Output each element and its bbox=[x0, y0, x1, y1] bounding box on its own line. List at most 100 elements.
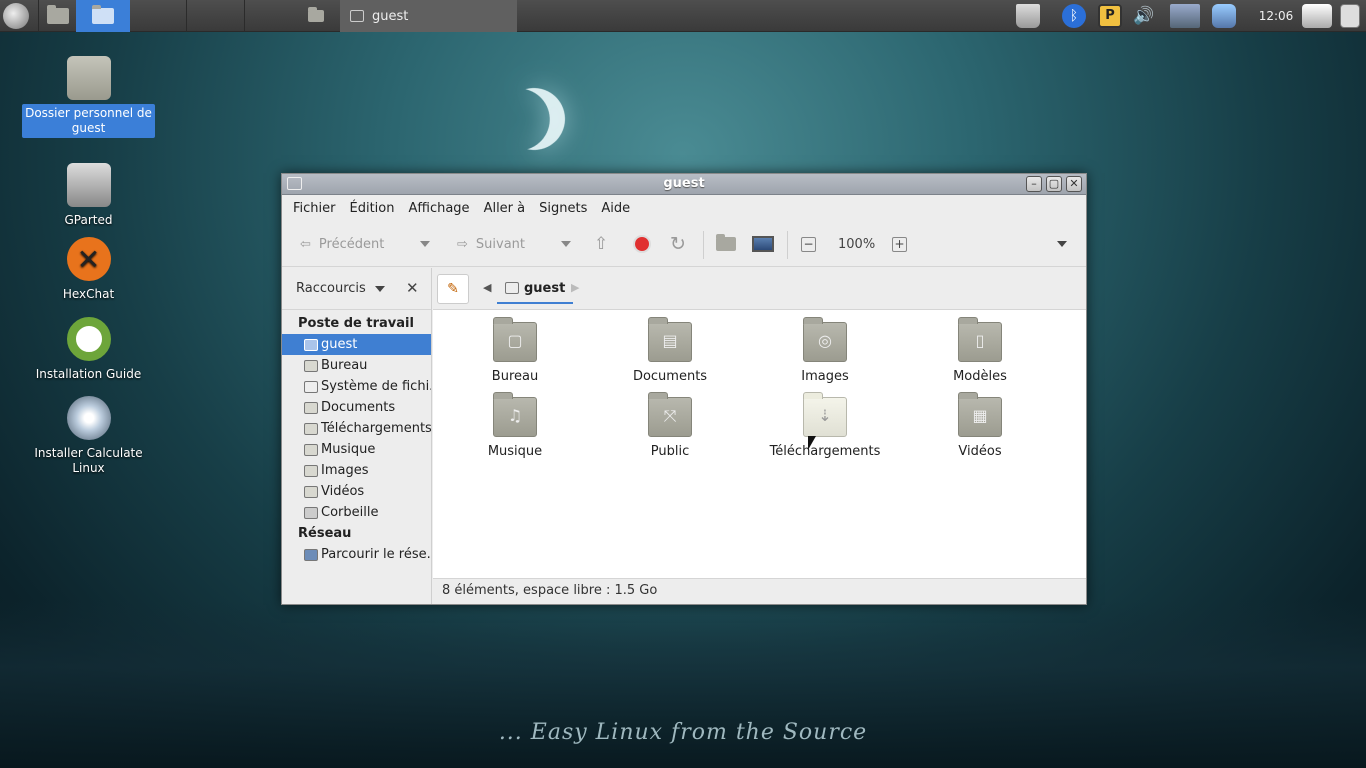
sidebar-header: Raccourcis ✕ bbox=[282, 268, 431, 310]
menu-edition[interactable]: Édition bbox=[343, 201, 402, 216]
file-view[interactable]: ▢ Bureau ▤ Documents ◎ Images ▯ Modèles ♫ Mus… bbox=[433, 310, 1086, 578]
sidebar-item-documents[interactable]: Documents bbox=[282, 397, 431, 418]
menu-signets[interactable]: Signets bbox=[532, 201, 594, 216]
file-item-bureau[interactable]: ▢ Bureau bbox=[445, 317, 585, 384]
desktop-icon-hexchat[interactable]: ✕ HexChat bbox=[22, 237, 155, 304]
sidebar-item-label: Vidéos bbox=[321, 484, 365, 499]
window-titlebar[interactable]: guest – ▢ ✕ bbox=[282, 174, 1086, 195]
menu-affichage[interactable]: Affichage bbox=[401, 201, 476, 216]
desktop-icon-gparted[interactable]: GParted bbox=[22, 163, 155, 230]
wallpaper-slogan: ... Easy Linux from the Source bbox=[498, 720, 868, 745]
path-button-guest[interactable]: guest bbox=[497, 274, 574, 304]
downloads-folder-icon bbox=[304, 422, 318, 435]
computer-button[interactable] bbox=[752, 233, 774, 255]
trash-icon[interactable] bbox=[1016, 4, 1040, 28]
sidebar-item-label: guest bbox=[321, 337, 358, 352]
pictures-folder-icon bbox=[304, 464, 318, 477]
bluetooth-icon[interactable]: ᛒ bbox=[1062, 4, 1086, 28]
chevron-down-icon bbox=[375, 286, 385, 292]
sidebar-item-trash[interactable]: Corbeille bbox=[282, 502, 431, 523]
file-item-public[interactable]: ⤧ Public bbox=[600, 392, 740, 459]
zoom-in-button[interactable]: + bbox=[892, 233, 907, 255]
forward-button[interactable]: ⇨ Suivant bbox=[457, 233, 525, 255]
templates-folder-icon: ▯ bbox=[958, 317, 1002, 362]
volume-icon[interactable]: 🔊 bbox=[1132, 4, 1156, 28]
file-item-videos[interactable]: ▦ Vidéos bbox=[910, 392, 1050, 459]
panel-clock[interactable]: 12:06 bbox=[1256, 0, 1296, 32]
zoom-level: 100% bbox=[838, 236, 876, 252]
zoom-out-icon: − bbox=[801, 236, 816, 252]
file-item-telechargements[interactable]: ⇣ Téléchargements bbox=[755, 392, 895, 459]
close-button[interactable]: ✕ bbox=[1066, 176, 1082, 192]
minimize-button[interactable]: – bbox=[1026, 176, 1042, 192]
reload-button[interactable]: ↻ bbox=[670, 233, 686, 255]
battery-icon[interactable] bbox=[1340, 4, 1360, 28]
menu-aller-a[interactable]: Aller à bbox=[477, 201, 533, 216]
sidebar-mode-dropdown[interactable] bbox=[375, 286, 385, 292]
sidebar-item-label: Téléchargements bbox=[321, 421, 431, 436]
back-label: Précédent bbox=[318, 236, 385, 252]
sidebar-item-bureau[interactable]: Bureau bbox=[282, 355, 431, 376]
forward-label: Suivant bbox=[475, 236, 526, 252]
main-menu-button[interactable] bbox=[0, 0, 32, 32]
stop-button[interactable] bbox=[633, 233, 651, 255]
sidebar-item-videos[interactable]: Vidéos bbox=[282, 481, 431, 502]
taskbar-item-guest[interactable]: guest bbox=[340, 0, 517, 32]
menu-aide[interactable]: Aide bbox=[594, 201, 637, 216]
file-item-modeles[interactable]: ▯ Modèles bbox=[910, 317, 1050, 384]
sidebar-close-button[interactable]: ✕ bbox=[406, 279, 419, 297]
home-folder-icon bbox=[716, 234, 736, 251]
home-folder-icon bbox=[304, 338, 318, 351]
desktop-icon-label: HexChat bbox=[62, 287, 115, 301]
folder-icon bbox=[92, 5, 114, 24]
path-scroll-left[interactable]: ◀ bbox=[483, 281, 491, 294]
trash-icon bbox=[304, 506, 318, 519]
arrow-right-icon: ⇨ bbox=[457, 236, 468, 252]
storage-icon[interactable] bbox=[1212, 4, 1236, 28]
home-button[interactable] bbox=[716, 233, 736, 255]
toolbar: ⇦ Précédent ⇨ Suivant ⇧ ↻ − 100% + bbox=[282, 221, 1086, 267]
update-icon[interactable] bbox=[1302, 4, 1332, 28]
file-manager-window: guest – ▢ ✕ Fichier Édition Affichage Al… bbox=[281, 173, 1087, 605]
reload-icon: ↻ bbox=[670, 233, 686, 255]
workspace-button[interactable] bbox=[302, 0, 330, 32]
toolbar-overflow-button[interactable] bbox=[1057, 233, 1067, 255]
desktop-icon-home[interactable]: Dossier personnel de guest bbox=[22, 56, 155, 138]
sidebar-item-downloads[interactable]: Téléchargements bbox=[282, 418, 431, 439]
videos-folder-icon: ▦ bbox=[958, 392, 1002, 437]
sidebar-item-music[interactable]: Musique bbox=[282, 439, 431, 460]
sidebar-item-images[interactable]: Images bbox=[282, 460, 431, 481]
hexchat-icon: ✕ bbox=[66, 237, 111, 281]
downloads-folder-icon: ⇣ bbox=[803, 392, 847, 437]
show-home-button[interactable] bbox=[40, 0, 76, 32]
file-item-documents[interactable]: ▤ Documents bbox=[600, 317, 740, 384]
desktop-icon-installer[interactable]: Installer Calculate Linux bbox=[22, 396, 155, 478]
file-item-label: Musique bbox=[487, 444, 543, 459]
zoom-out-button[interactable]: − bbox=[801, 233, 816, 255]
desktop-folder-icon: ▢ bbox=[493, 317, 537, 362]
menu-fichier[interactable]: Fichier bbox=[286, 201, 343, 216]
sidebar-item-browse-network[interactable]: Parcourir le rése... bbox=[282, 544, 431, 565]
desktop-icon-label: Installation Guide bbox=[35, 367, 142, 381]
forward-history-dropdown[interactable] bbox=[561, 233, 571, 255]
back-button[interactable]: ⇦ Précédent bbox=[300, 233, 384, 255]
desktop-icon-label: Installer Calculate Linux bbox=[34, 446, 143, 475]
network-icon[interactable] bbox=[1170, 4, 1200, 28]
documents-folder-icon: ▤ bbox=[648, 317, 692, 362]
sidebar-item-guest[interactable]: guest bbox=[282, 334, 431, 355]
file-manager-launcher[interactable] bbox=[76, 0, 130, 32]
network-icon bbox=[304, 548, 318, 561]
toggle-location-entry-button[interactable]: ✎ bbox=[437, 274, 469, 304]
zoom-in-icon: + bbox=[892, 236, 907, 252]
sidebar-mode-label[interactable]: Raccourcis bbox=[296, 281, 366, 296]
maximize-button[interactable]: ▢ bbox=[1046, 176, 1062, 192]
desktop-icon-installation-guide[interactable]: Installation Guide bbox=[22, 317, 155, 384]
file-item-musique[interactable]: ♫ Musique bbox=[445, 392, 585, 459]
up-button[interactable]: ⇧ bbox=[594, 233, 608, 255]
file-item-images[interactable]: ◎ Images bbox=[755, 317, 895, 384]
mouse-pointer-icon bbox=[808, 436, 816, 450]
parcellite-icon[interactable]: P bbox=[1098, 4, 1122, 28]
sidebar-item-filesystem[interactable]: Système de fichi... bbox=[282, 376, 431, 397]
path-scroll-right[interactable]: ▶ bbox=[571, 281, 579, 294]
back-history-dropdown[interactable] bbox=[420, 233, 430, 255]
